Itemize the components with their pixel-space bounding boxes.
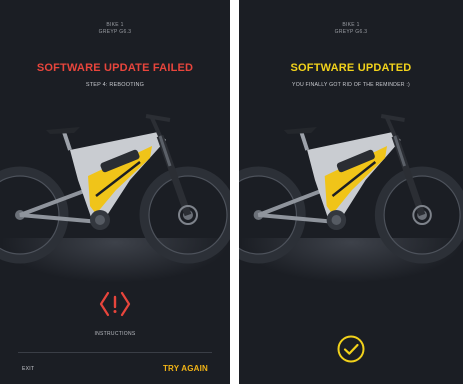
- try-again-button[interactable]: TRY AGAIN: [163, 364, 208, 373]
- bike-image: [0, 114, 230, 264]
- update-status: STEP 4: REBOOTING: [85, 82, 145, 88]
- bike-name: BIKE 1: [342, 22, 360, 28]
- divider: [18, 352, 212, 353]
- bike-illustration: [0, 114, 230, 264]
- warning-icon: [99, 291, 131, 317]
- page-title: SOFTWARE UPDATED: [290, 62, 412, 74]
- success-message: YOU FINALLY GOT RID OF THE REMINDER :): [292, 82, 410, 88]
- check-circle-icon: [337, 335, 365, 363]
- bike-id: GREYP G6.3: [334, 29, 368, 35]
- page-title: SOFTWARE UPDATE FAILED: [36, 62, 194, 74]
- bike-image: [239, 114, 463, 264]
- bike-illustration: [239, 114, 463, 264]
- update-success-screen: BIKE 1 GREYP G6.3 SOFTWARE UPDATED YOU F…: [239, 0, 463, 384]
- update-failed-screen: BIKE 1 GREYP G6.3 SOFTWARE UPDATE FAILED…: [0, 0, 230, 384]
- bike-name: BIKE 1: [106, 22, 124, 28]
- exit-button[interactable]: EXIT: [22, 366, 34, 372]
- instructions-link[interactable]: INSTRUCTIONS: [0, 331, 230, 337]
- bike-id: GREYP G6.3: [98, 29, 132, 35]
